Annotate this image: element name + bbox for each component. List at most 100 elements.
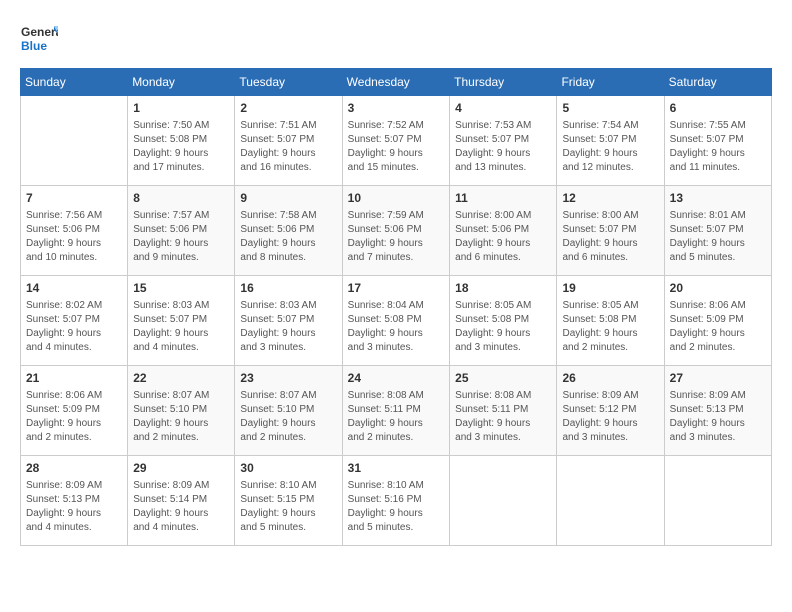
day-header-sunday: Sunday <box>21 69 128 96</box>
day-info: Sunrise: 7:53 AMSunset: 5:07 PMDaylight:… <box>455 119 551 175</box>
day-number: 5 <box>562 100 658 117</box>
calendar-cell: 5 Sunrise: 7:54 AMSunset: 5:07 PMDaylight… <box>557 96 664 186</box>
day-number: 30 <box>240 460 336 477</box>
day-info: Sunrise: 8:08 AMSunset: 5:11 PMDaylight:… <box>348 389 445 445</box>
calendar-cell: 6 Sunrise: 7:55 AMSunset: 5:07 PMDaylight… <box>664 96 771 186</box>
calendar-cell: 25Sunrise: 8:08 AMSunset: 5:11 PMDayligh… <box>450 366 557 456</box>
calendar-cell <box>450 456 557 546</box>
calendar-week-3: 14Sunrise: 8:02 AMSunset: 5:07 PMDayligh… <box>21 276 772 366</box>
calendar-cell: 22Sunrise: 8:07 AMSunset: 5:10 PMDayligh… <box>128 366 235 456</box>
day-number: 20 <box>670 280 766 297</box>
calendar-week-4: 21Sunrise: 8:06 AMSunset: 5:09 PMDayligh… <box>21 366 772 456</box>
day-number: 22 <box>133 370 229 387</box>
day-number: 13 <box>670 190 766 207</box>
calendar-cell: 23 Sunrise: 8:07 AMSunset: 5:10 PMDayligh… <box>235 366 342 456</box>
day-number: 10 <box>348 190 445 207</box>
day-info: Sunrise: 8:01 AMSunset: 5:07 PMDaylight:… <box>670 209 766 265</box>
day-number: 6 <box>670 100 766 117</box>
calendar-table: SundayMondayTuesdayWednesdayThursdayFrid… <box>20 68 772 546</box>
calendar-week-2: 7 Sunrise: 7:56 AMSunset: 5:06 PMDaylight… <box>21 186 772 276</box>
day-info: Sunrise: 7:51 AMSunset: 5:07 PMDaylight:… <box>240 119 336 175</box>
calendar-cell: 7 Sunrise: 7:56 AMSunset: 5:06 PMDaylight… <box>21 186 128 276</box>
calendar-body: 1Sunrise: 7:50 AMSunset: 5:08 PMDaylight… <box>21 96 772 546</box>
day-number: 2 <box>240 100 336 117</box>
day-info: Sunrise: 8:00 AMSunset: 5:06 PMDaylight:… <box>455 209 551 265</box>
day-info: Sunrise: 8:07 AMSunset: 5:10 PMDaylight:… <box>240 389 336 445</box>
calendar-cell <box>21 96 128 186</box>
day-number: 23 <box>240 370 336 387</box>
calendar-cell: 4 Sunrise: 7:53 AMSunset: 5:07 PMDaylight… <box>450 96 557 186</box>
day-info: Sunrise: 8:04 AMSunset: 5:08 PMDaylight:… <box>348 299 445 355</box>
day-header-saturday: Saturday <box>664 69 771 96</box>
calendar-cell: 21Sunrise: 8:06 AMSunset: 5:09 PMDayligh… <box>21 366 128 456</box>
day-info: Sunrise: 8:09 AMSunset: 5:14 PMDaylight:… <box>133 479 229 535</box>
day-header-tuesday: Tuesday <box>235 69 342 96</box>
calendar-cell: 1Sunrise: 7:50 AMSunset: 5:08 PMDaylight… <box>128 96 235 186</box>
calendar-cell: 11Sunrise: 8:00 AMSunset: 5:06 PMDayligh… <box>450 186 557 276</box>
day-header-thursday: Thursday <box>450 69 557 96</box>
day-number: 9 <box>240 190 336 207</box>
day-header-wednesday: Wednesday <box>342 69 450 96</box>
calendar-cell: 3Sunrise: 7:52 AMSunset: 5:07 PMDaylight… <box>342 96 450 186</box>
calendar-cell: 17 Sunrise: 8:04 AMSunset: 5:08 PMDayligh… <box>342 276 450 366</box>
day-number: 28 <box>26 460 122 477</box>
calendar-cell: 29Sunrise: 8:09 AMSunset: 5:14 PMDayligh… <box>128 456 235 546</box>
page-header: General Blue <box>20 20 772 58</box>
day-number: 27 <box>670 370 766 387</box>
day-info: Sunrise: 8:10 AMSunset: 5:16 PMDaylight:… <box>348 479 445 535</box>
day-number: 12 <box>562 190 658 207</box>
day-number: 19 <box>562 280 658 297</box>
calendar-cell: 31 Sunrise: 8:10 AMSunset: 5:16 PMDayligh… <box>342 456 450 546</box>
day-number: 17 <box>348 280 445 297</box>
day-info: Sunrise: 8:05 AMSunset: 5:08 PMDaylight:… <box>455 299 551 355</box>
calendar-cell: 26 Sunrise: 8:09 AMSunset: 5:12 PMDayligh… <box>557 366 664 456</box>
day-number: 26 <box>562 370 658 387</box>
svg-text:Blue: Blue <box>21 39 47 53</box>
day-info: Sunrise: 7:50 AMSunset: 5:08 PMDaylight:… <box>133 119 229 175</box>
calendar-cell: 15 Sunrise: 8:03 AMSunset: 5:07 PMDayligh… <box>128 276 235 366</box>
day-info: Sunrise: 8:06 AMSunset: 5:09 PMDaylight:… <box>670 299 766 355</box>
day-info: Sunrise: 8:09 AMSunset: 5:12 PMDaylight:… <box>562 389 658 445</box>
calendar-cell: 28Sunrise: 8:09 AMSunset: 5:13 PMDayligh… <box>21 456 128 546</box>
calendar-week-1: 1Sunrise: 7:50 AMSunset: 5:08 PMDaylight… <box>21 96 772 186</box>
calendar-cell <box>664 456 771 546</box>
day-number: 4 <box>455 100 551 117</box>
day-number: 16 <box>240 280 336 297</box>
day-info: Sunrise: 8:09 AMSunset: 5:13 PMDaylight:… <box>670 389 766 445</box>
calendar-cell: 10 Sunrise: 7:59 AMSunset: 5:06 PMDayligh… <box>342 186 450 276</box>
day-number: 24 <box>348 370 445 387</box>
logo-graphic: General Blue <box>20 20 58 58</box>
calendar-cell <box>557 456 664 546</box>
svg-text:General: General <box>21 25 58 39</box>
day-info: Sunrise: 7:54 AMSunset: 5:07 PMDaylight:… <box>562 119 658 175</box>
day-number: 31 <box>348 460 445 477</box>
day-number: 15 <box>133 280 229 297</box>
day-number: 18 <box>455 280 551 297</box>
day-info: Sunrise: 7:56 AMSunset: 5:06 PMDaylight:… <box>26 209 122 265</box>
day-info: Sunrise: 7:55 AMSunset: 5:07 PMDaylight:… <box>670 119 766 175</box>
day-info: Sunrise: 8:06 AMSunset: 5:09 PMDaylight:… <box>26 389 122 445</box>
day-info: Sunrise: 7:59 AMSunset: 5:06 PMDaylight:… <box>348 209 445 265</box>
calendar-header: SundayMondayTuesdayWednesdayThursdayFrid… <box>21 69 772 96</box>
calendar-cell: 2 Sunrise: 7:51 AMSunset: 5:07 PMDaylight… <box>235 96 342 186</box>
calendar-cell: 18 Sunrise: 8:05 AMSunset: 5:08 PMDayligh… <box>450 276 557 366</box>
day-number: 14 <box>26 280 122 297</box>
day-info: Sunrise: 8:03 AMSunset: 5:07 PMDaylight:… <box>133 299 229 355</box>
calendar-cell: 24 Sunrise: 8:08 AMSunset: 5:11 PMDayligh… <box>342 366 450 456</box>
day-number: 3 <box>348 100 445 117</box>
calendar-cell: 27 Sunrise: 8:09 AMSunset: 5:13 PMDayligh… <box>664 366 771 456</box>
calendar-cell: 13 Sunrise: 8:01 AMSunset: 5:07 PMDayligh… <box>664 186 771 276</box>
day-info: Sunrise: 8:00 AMSunset: 5:07 PMDaylight:… <box>562 209 658 265</box>
day-number: 25 <box>455 370 551 387</box>
day-info: Sunrise: 7:58 AMSunset: 5:06 PMDaylight:… <box>240 209 336 265</box>
calendar-week-5: 28Sunrise: 8:09 AMSunset: 5:13 PMDayligh… <box>21 456 772 546</box>
day-info: Sunrise: 8:10 AMSunset: 5:15 PMDaylight:… <box>240 479 336 535</box>
calendar-cell: 30 Sunrise: 8:10 AMSunset: 5:15 PMDayligh… <box>235 456 342 546</box>
calendar-cell: 19Sunrise: 8:05 AMSunset: 5:08 PMDayligh… <box>557 276 664 366</box>
calendar-cell: 14Sunrise: 8:02 AMSunset: 5:07 PMDayligh… <box>21 276 128 366</box>
calendar-cell: 8Sunrise: 7:57 AMSunset: 5:06 PMDaylight… <box>128 186 235 276</box>
calendar-cell: 20 Sunrise: 8:06 AMSunset: 5:09 PMDayligh… <box>664 276 771 366</box>
day-header-friday: Friday <box>557 69 664 96</box>
day-info: Sunrise: 7:57 AMSunset: 5:06 PMDaylight:… <box>133 209 229 265</box>
day-number: 7 <box>26 190 122 207</box>
